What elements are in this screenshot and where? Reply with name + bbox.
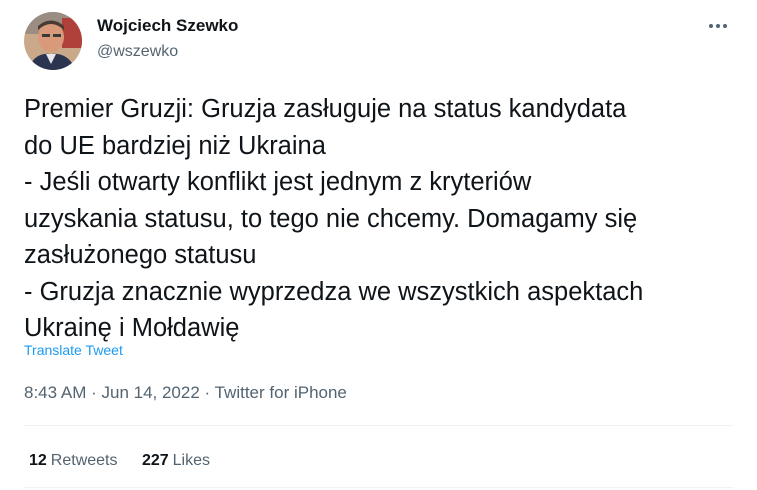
more-horizontal-icon (709, 24, 727, 28)
tweet-metadata: 8:43 AM · Jun 14, 2022 · Twitter for iPh… (24, 383, 347, 403)
tweet-card: Wojciech Szewko @wszewko Premier Gruzji:… (0, 0, 757, 490)
divider (24, 425, 733, 426)
retweets-stat[interactable]: 12 Retweets (29, 452, 118, 469)
engagement-stats: 12 Retweets 227 Likes (29, 452, 230, 470)
likes-count: 227 (141, 452, 169, 469)
author-handle[interactable]: @wszewko (97, 43, 178, 61)
translate-tweet-link[interactable]: Translate Tweet (24, 342, 123, 358)
tweet-text-line: Premier Gruzji: Gruzja zasługuje na stat… (24, 95, 627, 123)
tweet-text-line: zasłużonego statusu (24, 241, 257, 269)
meta-separator: · (86, 383, 102, 402)
retweets-label: Retweets (50, 452, 118, 469)
likes-stat[interactable]: 227 Likes (142, 452, 210, 469)
tweet-text-line: - Gruzja znacznie wyprzedza we wszystkic… (24, 277, 644, 306)
tweet-text-line: Ukrainę i Mołdawię (24, 314, 240, 342)
tweet-text-line: - Jeśli otwarty konflikt jest jednym z k… (24, 168, 532, 196)
tweet-text-line: do UE bardziej niż Ukraina (24, 131, 326, 160)
more-options-button[interactable] (703, 14, 733, 38)
avatar-image (24, 12, 82, 70)
tweet-text-line: uzyskania statusu, to tego nie chcemy. D… (24, 204, 638, 233)
tweet-source[interactable]: Twitter for iPhone (215, 383, 347, 402)
author-name[interactable]: Wojciech Szewko (97, 16, 238, 36)
tweet-date[interactable]: Jun 14, 2022 (101, 383, 199, 402)
avatar[interactable] (24, 12, 82, 70)
retweets-count: 12 (29, 452, 47, 469)
tweet-text: Premier Gruzji: Gruzja zasługuje na stat… (24, 91, 744, 347)
likes-label: Likes (172, 452, 211, 469)
meta-separator: · (199, 383, 215, 402)
divider (24, 487, 733, 488)
tweet-time[interactable]: 8:43 AM (24, 383, 86, 402)
